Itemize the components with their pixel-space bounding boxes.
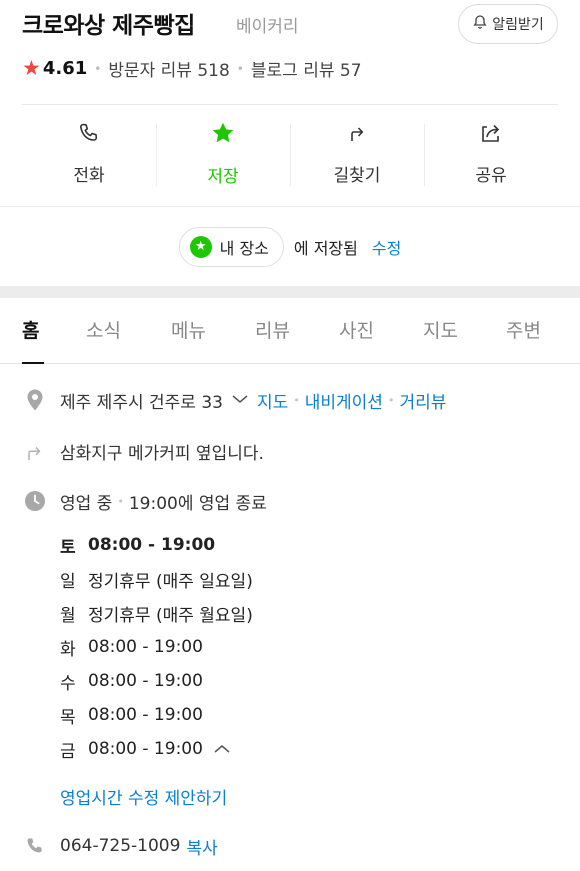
alarm-label: 알림받기 xyxy=(492,17,544,33)
share-label: 공유 xyxy=(475,165,507,186)
hours-time: 정기휴무 (매주 월요일) xyxy=(88,605,253,626)
separator-dot: • xyxy=(387,393,395,407)
hours-row-today: 토 08:00 - 19:00 xyxy=(60,528,253,562)
rating-star-icon: ★ xyxy=(22,56,41,80)
chevron-up-icon[interactable] xyxy=(213,743,231,755)
active-tab-indicator xyxy=(22,362,44,364)
share-icon xyxy=(478,121,504,149)
suggest-hours-edit-link[interactable]: 영업시간 수정 제안하기 xyxy=(60,784,227,809)
rating-score: 4.61 xyxy=(42,58,88,79)
hours-time: 08:00 - 19:00 xyxy=(88,535,216,555)
action-bar: 전화 저장 길찾기 공유 xyxy=(22,112,558,194)
visitor-reviews-link[interactable]: 방문자 리뷰 518 xyxy=(108,56,229,81)
hours-day: 금 xyxy=(60,741,76,762)
directions-button[interactable]: 길찾기 xyxy=(290,112,424,194)
share-button[interactable]: 공유 xyxy=(424,112,558,194)
hours-day: 화 xyxy=(60,639,76,660)
hours-day: 목 xyxy=(60,707,76,728)
route-arrow-icon xyxy=(22,438,48,464)
my-places-chip[interactable]: ★ 내 장소 xyxy=(178,226,284,267)
location-pin-icon xyxy=(22,387,48,413)
hours-row: 일 정기휴무 (매주 일요일) xyxy=(60,562,253,596)
phone-row: 064-725-1009 복사 xyxy=(22,833,218,859)
tab-photos[interactable]: 사진 xyxy=(339,316,374,343)
directions-label: 길찾기 xyxy=(333,165,381,186)
directions-icon xyxy=(345,121,369,149)
place-header: 크로와상 제주빵집 베이커리 알림받기 ★ 4.61 • 방문자 리뷰 518 … xyxy=(0,0,580,104)
hours-day: 일 xyxy=(60,571,76,592)
my-places-label: 내 장소 xyxy=(219,238,269,258)
copy-phone-button[interactable]: 복사 xyxy=(186,834,217,859)
hours-list: 토 08:00 - 19:00 일 정기휴무 (매주 일요일) 월 정기휴무 (… xyxy=(60,528,253,766)
tab-menu[interactable]: 메뉴 xyxy=(171,316,206,343)
directions-note-text: 삼화지구 메가커피 옆입니다. xyxy=(60,443,264,464)
header-divider xyxy=(22,104,558,105)
alarm-button[interactable]: 알림받기 xyxy=(458,4,558,44)
edit-saved-link[interactable]: 수정 xyxy=(372,235,401,259)
tab-nearby[interactable]: 주변 xyxy=(506,316,541,343)
chevron-down-icon[interactable] xyxy=(231,390,249,410)
blog-reviews-link[interactable]: 블로그 리뷰 57 xyxy=(251,56,362,81)
hours-row: 수 08:00 - 19:00 xyxy=(60,664,253,698)
hours-row: 금 08:00 - 19:00 xyxy=(60,732,253,766)
hours-day: 월 xyxy=(60,605,76,626)
separator-dot: • xyxy=(293,393,300,407)
rating-row: ★ 4.61 • 방문자 리뷰 518 • 블로그 리뷰 57 xyxy=(22,56,362,82)
phone-icon xyxy=(77,121,101,149)
clock-icon xyxy=(22,488,48,514)
closing-time: 19:00에 영업 종료 xyxy=(128,493,267,514)
star-icon xyxy=(210,120,236,150)
hours-day: 토 xyxy=(60,537,76,558)
tab-home[interactable]: 홈 xyxy=(22,316,39,343)
phone-number[interactable]: 064-725-1009 xyxy=(60,836,180,856)
hours-time: 08:00 - 19:00 xyxy=(88,637,203,657)
separator-dot: • xyxy=(117,494,124,508)
address-text: 제주 제주시 건주로 33 xyxy=(60,392,223,413)
hours-row: 화 08:00 - 19:00 xyxy=(60,630,253,664)
phone-icon xyxy=(22,833,48,859)
hours-time: 08:00 - 19:00 xyxy=(88,671,203,691)
hours-day: 수 xyxy=(60,673,76,694)
save-label: 저장 xyxy=(207,166,239,187)
tab-map[interactable]: 지도 xyxy=(423,316,458,343)
address-row: 제주 제주시 건주로 33 지도 • 내비게이션 • 거리뷰 xyxy=(22,387,446,413)
star-badge-icon: ★ xyxy=(189,235,212,258)
directions-note-row: 삼화지구 메가커피 옆입니다. xyxy=(22,438,264,464)
place-name: 크로와상 제주빵집 xyxy=(22,13,195,39)
hours-row: 월 정기휴무 (매주 월요일) xyxy=(60,596,253,630)
hours-time: 08:00 - 19:00 xyxy=(88,739,203,759)
call-button[interactable]: 전화 xyxy=(22,112,156,194)
saved-status-row: ★ 내 장소 에 저장됨 수정 xyxy=(0,206,580,286)
street-view-link[interactable]: 거리뷰 xyxy=(399,388,446,413)
saved-suffix: 에 저장됨 xyxy=(293,238,358,258)
open-status: 영업 중 xyxy=(60,493,113,514)
tab-news[interactable]: 소식 xyxy=(86,316,121,343)
section-gap xyxy=(0,286,580,298)
place-category: 베이커리 xyxy=(236,17,299,37)
bell-icon xyxy=(472,14,488,34)
separator-dot: • xyxy=(94,61,102,76)
map-link[interactable]: 지도 xyxy=(257,388,288,413)
save-button[interactable]: 저장 xyxy=(156,112,290,194)
separator-dot: • xyxy=(236,61,244,76)
hours-row: 목 08:00 - 19:00 xyxy=(60,698,253,732)
hours-time: 정기휴무 (매주 일요일) xyxy=(88,571,253,592)
tab-bar: 홈 소식 메뉴 리뷰 사진 지도 주변 xyxy=(0,298,580,364)
hours-time: 08:00 - 19:00 xyxy=(88,705,203,725)
navigation-link[interactable]: 내비게이션 xyxy=(305,388,383,413)
tab-reviews[interactable]: 리뷰 xyxy=(255,316,290,343)
business-status-row: 영업 중 • 19:00에 영업 종료 xyxy=(22,488,267,514)
call-label: 전화 xyxy=(73,165,105,186)
